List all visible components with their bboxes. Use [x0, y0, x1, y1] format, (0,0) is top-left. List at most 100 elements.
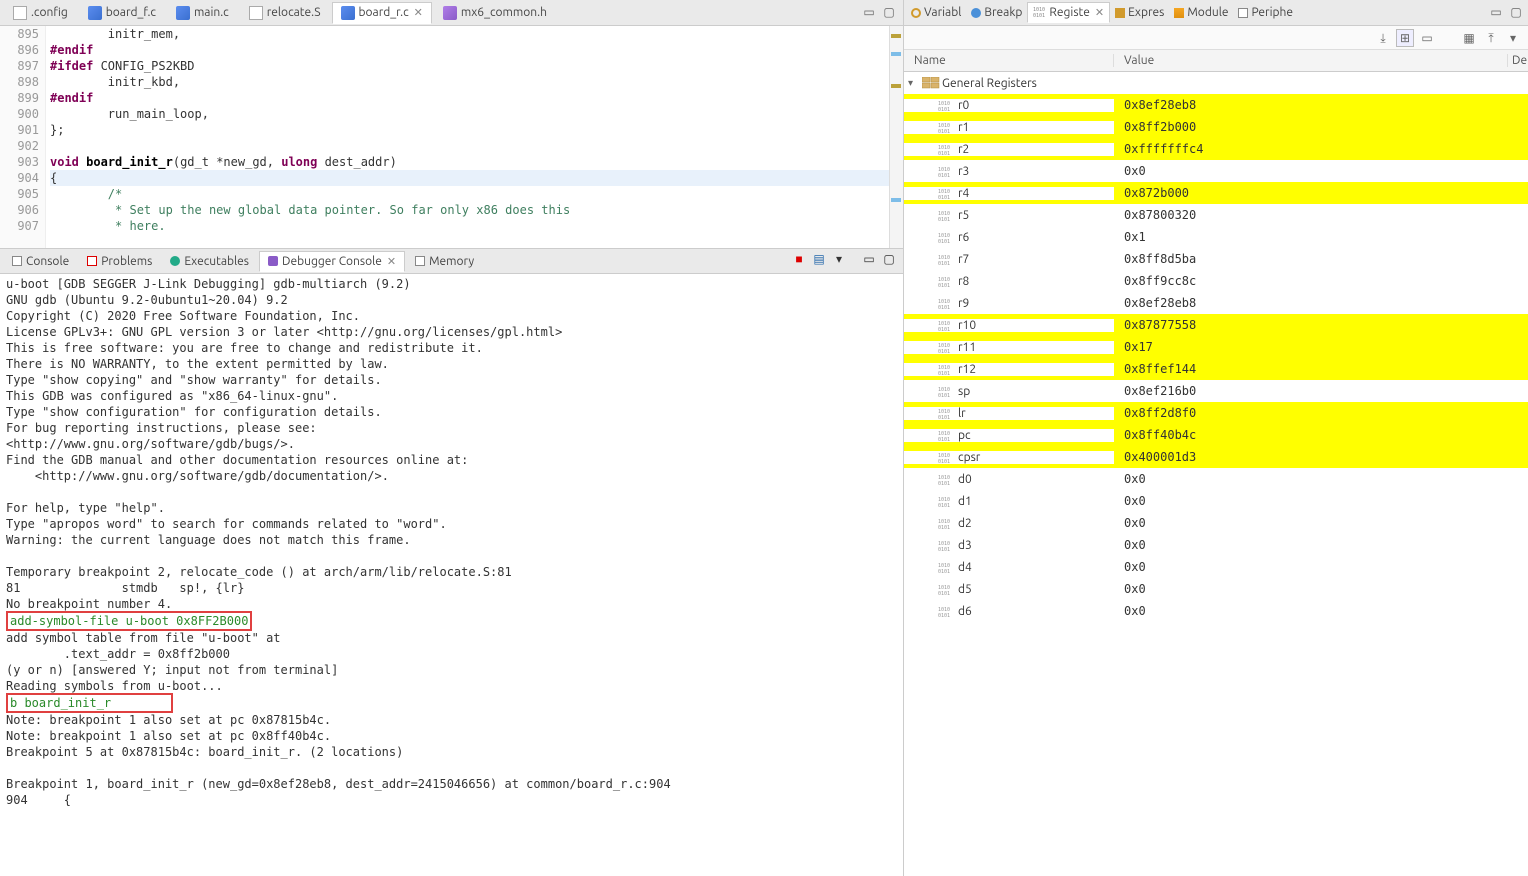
- register-row-r1[interactable]: 10100101r10x8ff2b000: [904, 116, 1528, 138]
- gutter-line[interactable]: 906: [0, 202, 39, 218]
- register-value[interactable]: 0x8ef216b0: [1114, 384, 1528, 398]
- editor-tab-main-c[interactable]: main.c: [167, 2, 238, 24]
- register-value[interactable]: 0x8ff8d5ba: [1114, 252, 1528, 266]
- register-row-d5[interactable]: 10100101d50x0: [904, 578, 1528, 600]
- register-value[interactable]: 0x400001d3: [1114, 450, 1528, 464]
- register-row-r11[interactable]: 10100101r110x17: [904, 336, 1528, 358]
- editor-tab-board-f-c[interactable]: board_f.c: [79, 2, 165, 24]
- register-value[interactable]: 0x0: [1114, 538, 1528, 552]
- register-value[interactable]: 0x0: [1114, 582, 1528, 596]
- register-value[interactable]: 0x8ff40b4c: [1114, 428, 1528, 442]
- code-line[interactable]: #ifdef CONFIG_PS2KBD: [50, 58, 889, 74]
- bottom-tab-debugger-console[interactable]: Debugger Console✕: [259, 251, 405, 272]
- column-value[interactable]: Value: [1114, 54, 1508, 67]
- register-value[interactable]: 0x17: [1114, 340, 1528, 354]
- register-row-sp[interactable]: 10100101sp0x8ef216b0: [904, 380, 1528, 402]
- dropdown-icon[interactable]: ▾: [831, 253, 847, 269]
- menu-icon[interactable]: ▾: [1504, 29, 1522, 47]
- import-icon[interactable]: ⤓: [1374, 29, 1392, 47]
- register-row-cpsr[interactable]: 10100101cpsr0x400001d3: [904, 446, 1528, 468]
- register-row-lr[interactable]: 10100101lr0x8ff2d8f0: [904, 402, 1528, 424]
- new-group-icon[interactable]: ▦: [1460, 29, 1478, 47]
- gutter-line[interactable]: 898: [0, 74, 39, 90]
- debugger-console[interactable]: u-boot [GDB SEGGER J-Link Debugging] gdb…: [0, 274, 903, 876]
- register-row-r6[interactable]: 10100101r60x1: [904, 226, 1528, 248]
- export-icon[interactable]: ⤒: [1482, 29, 1500, 47]
- register-row-d4[interactable]: 10100101d40x0: [904, 556, 1528, 578]
- overview-ruler[interactable]: [889, 26, 903, 248]
- tree-icon[interactable]: ⊞: [1396, 29, 1414, 47]
- register-row-r10[interactable]: 10100101r100x87877558: [904, 314, 1528, 336]
- maximize-icon[interactable]: ▢: [881, 253, 897, 269]
- bottom-tab-problems[interactable]: Problems: [79, 252, 160, 271]
- register-row-d6[interactable]: 10100101d60x0: [904, 600, 1528, 622]
- code-line[interactable]: run_main_loop,: [50, 106, 889, 122]
- code-line[interactable]: [50, 138, 889, 154]
- gutter-line[interactable]: 907: [0, 218, 39, 234]
- gutter-line[interactable]: 895: [0, 26, 39, 42]
- bottom-tab-console[interactable]: Console: [4, 252, 77, 271]
- minimize-icon[interactable]: ▭: [861, 253, 877, 269]
- register-value[interactable]: 0x0: [1114, 494, 1528, 508]
- terminate-icon[interactable]: ■: [791, 253, 807, 269]
- register-row-r12[interactable]: 10100101r120x8ffef144: [904, 358, 1528, 380]
- code-line[interactable]: #endif: [50, 90, 889, 106]
- register-value[interactable]: 0x1: [1114, 230, 1528, 244]
- gutter-line[interactable]: 905⊖: [0, 186, 39, 202]
- maximize-icon[interactable]: ▢: [1508, 5, 1524, 21]
- right-tab-expres[interactable]: Expres: [1110, 3, 1169, 22]
- maximize-icon[interactable]: ▢: [881, 5, 897, 21]
- register-row-r9[interactable]: 10100101r90x8ef28eb8: [904, 292, 1528, 314]
- register-row-r7[interactable]: 10100101r70x8ff8d5ba: [904, 248, 1528, 270]
- gutter-line[interactable]: 903: [0, 154, 39, 170]
- gutter-line[interactable]: 899: [0, 90, 39, 106]
- bottom-tab-executables[interactable]: Executables: [162, 252, 257, 271]
- register-row-r8[interactable]: 10100101r80x8ff9cc8c: [904, 270, 1528, 292]
- register-row-r2[interactable]: 10100101r20xfffffffc4: [904, 138, 1528, 160]
- collapse-icon[interactable]: ▾: [908, 77, 918, 89]
- right-tab-periphe[interactable]: Periphe: [1233, 3, 1298, 22]
- right-tab-breakp[interactable]: Breakp: [966, 3, 1027, 22]
- register-row-r3[interactable]: 10100101r30x0: [904, 160, 1528, 182]
- register-value[interactable]: 0x8ffef144: [1114, 362, 1528, 376]
- register-value[interactable]: 0x8ef28eb8: [1114, 296, 1528, 310]
- register-value[interactable]: 0x0: [1114, 516, 1528, 530]
- register-value[interactable]: 0x0: [1114, 604, 1528, 618]
- editor-tab-board-r-c[interactable]: board_r.c✕: [332, 2, 432, 24]
- bottom-tab-memory[interactable]: Memory: [407, 252, 482, 271]
- code-line[interactable]: #endif: [50, 42, 889, 58]
- minimize-icon[interactable]: ▭: [1488, 5, 1504, 21]
- code-line[interactable]: * here.: [50, 218, 889, 234]
- register-value[interactable]: 0x0: [1114, 472, 1528, 486]
- close-icon[interactable]: ✕: [414, 6, 423, 19]
- register-row-r4[interactable]: 10100101r40x872b000: [904, 182, 1528, 204]
- code-line[interactable]: initr_mem,: [50, 26, 889, 42]
- right-tab-variabl[interactable]: Variabl: [906, 3, 966, 22]
- right-tab-module[interactable]: Module: [1169, 3, 1233, 22]
- register-row-d1[interactable]: 10100101d10x0: [904, 490, 1528, 512]
- gutter-line[interactable]: 900: [0, 106, 39, 122]
- code-line[interactable]: initr_kbd,: [50, 74, 889, 90]
- code-line[interactable]: void board_init_r(gd_t *new_gd, ulong de…: [50, 154, 889, 170]
- register-value[interactable]: 0x0: [1114, 560, 1528, 574]
- gutter-line[interactable]: 896: [0, 42, 39, 58]
- register-value[interactable]: 0x0: [1114, 164, 1528, 178]
- register-row-r0[interactable]: 10100101r00x8ef28eb8: [904, 94, 1528, 116]
- close-icon[interactable]: ✕: [387, 255, 396, 268]
- code-line[interactable]: * Set up the new global data pointer. So…: [50, 202, 889, 218]
- close-icon[interactable]: ✕: [1095, 6, 1104, 19]
- register-value[interactable]: 0x87877558: [1114, 318, 1528, 332]
- gutter-line[interactable]: 901: [0, 122, 39, 138]
- register-row-pc[interactable]: 10100101pc0x8ff40b4c: [904, 424, 1528, 446]
- column-description[interactable]: De: [1508, 54, 1528, 67]
- register-row-r5[interactable]: 10100101r50x87800320: [904, 204, 1528, 226]
- code-line[interactable]: };: [50, 122, 889, 138]
- editor-tab-mx6-common-h[interactable]: mx6_common.h: [434, 2, 556, 24]
- register-value[interactable]: 0x872b000: [1114, 186, 1528, 200]
- register-row-d0[interactable]: 10100101d00x0: [904, 468, 1528, 490]
- code-editor[interactable]: 895896897898899900901902903904905⊖906907…: [0, 26, 903, 248]
- right-tab-registe[interactable]: 10100101Registe✕: [1027, 2, 1110, 23]
- column-name[interactable]: Name: [904, 54, 1114, 67]
- editor-tab-relocate-s[interactable]: relocate.S: [240, 2, 330, 24]
- register-row-d3[interactable]: 10100101d30x0: [904, 534, 1528, 556]
